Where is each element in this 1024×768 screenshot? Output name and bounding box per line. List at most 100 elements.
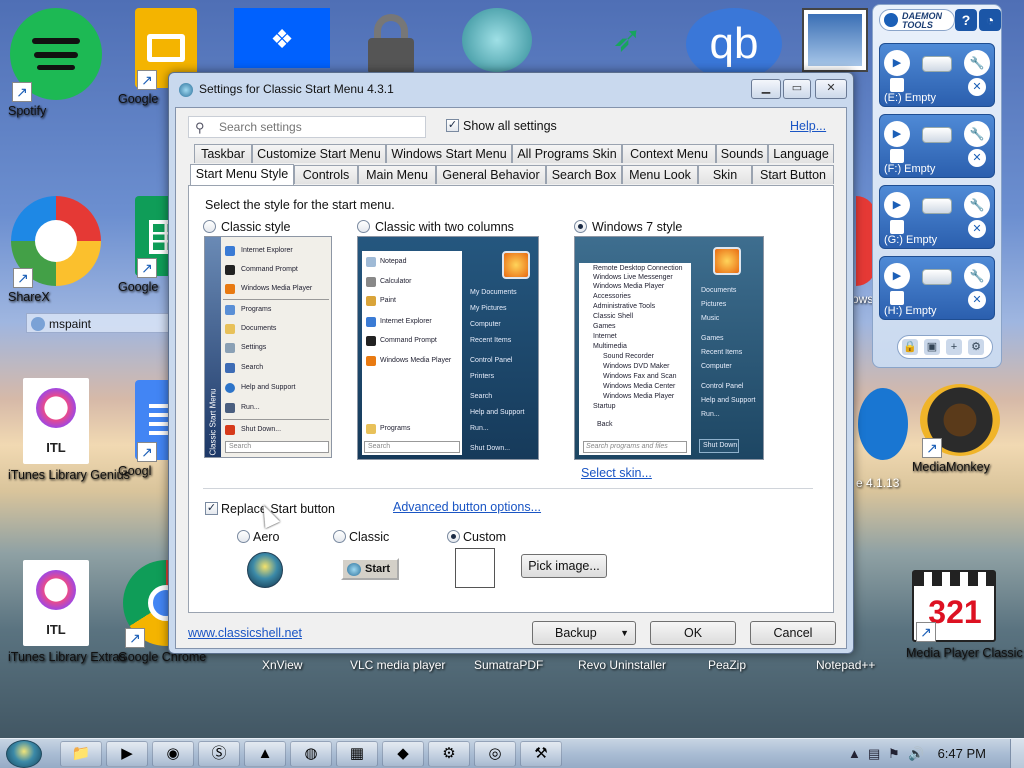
drive-add-icon[interactable]: ▣	[924, 339, 940, 355]
help-icon[interactable]: ?	[955, 9, 977, 31]
mount-play-icon[interactable]: ▶	[884, 192, 910, 218]
desktop-icon-label[interactable]: Notepad++	[816, 658, 875, 672]
taskbar-winrar-icon[interactable]: ▦	[336, 741, 378, 767]
mount-play-icon[interactable]: ▶	[884, 263, 910, 289]
taskbar-settings-icon[interactable]: ⚒	[520, 741, 562, 767]
taskbar-chrome-icon[interactable]: ◉	[152, 741, 194, 767]
taskbar-media-icon[interactable]: ▶	[106, 741, 148, 767]
close-button[interactable]: ✕	[815, 79, 847, 99]
desktop-icon-itunes-extras[interactable]: ITL iTunes Library Extras	[8, 560, 126, 664]
tab-context-menu[interactable]: Context Menu	[622, 144, 716, 163]
virtual-drive-g[interactable]: ▶ 🔧 ✕ (G:) Empty	[879, 185, 995, 249]
tab-menu-look[interactable]: Menu Look	[622, 165, 698, 184]
taskbar-app2-icon[interactable]: ◎	[474, 741, 516, 767]
picture-icon[interactable]	[802, 8, 868, 72]
start-button[interactable]	[6, 740, 42, 768]
wrench-icon[interactable]: 🔧	[964, 50, 990, 76]
taskbar-steam-icon[interactable]: ⚙	[428, 741, 470, 767]
desktop-icon-spotify[interactable]: ↗ Spotify	[8, 8, 104, 118]
classicshell-link[interactable]: www.classicshell.net	[188, 626, 302, 640]
windows7-style-preview[interactable]: Remote Desktop Connection Windows Live M…	[574, 236, 764, 460]
radio-classic-button[interactable]	[333, 530, 346, 543]
tab-controls[interactable]: Controls	[294, 165, 358, 184]
desktop-icon-mediamonkey[interactable]: ↗ MediaMonkey	[912, 384, 1008, 474]
tray-network-icon[interactable]: ▤	[868, 746, 880, 762]
remove-icon[interactable]: ✕	[968, 220, 986, 238]
desktop-icon-label[interactable]: Revo Uninstaller	[578, 658, 666, 672]
tray-flag-icon[interactable]: ⚑	[888, 746, 900, 762]
tab-main-menu[interactable]: Main Menu	[358, 165, 436, 184]
wrench-icon[interactable]: 🔧	[964, 121, 990, 147]
taskbar-firefox-icon[interactable]: ◍	[290, 741, 332, 767]
tab-sounds[interactable]: Sounds	[716, 144, 768, 163]
pick-image-button[interactable]: Pick image...	[521, 554, 607, 578]
tab-general-behavior[interactable]: General Behavior	[436, 165, 546, 184]
remove-icon[interactable]: ✕	[968, 291, 986, 309]
wrench-icon[interactable]: 🔧	[964, 263, 990, 289]
classic-style-preview[interactable]: Classic Start Menu Internet Explorer Com…	[204, 236, 332, 458]
taskbar-clock[interactable]: 6:47 PM	[938, 746, 986, 761]
advanced-button-options-link[interactable]: Advanced button options...	[393, 500, 541, 514]
bird-icon[interactable]: ➶	[612, 18, 652, 64]
select-skin-link[interactable]: Select skin...	[581, 466, 652, 480]
maximize-button[interactable]: ▭	[783, 79, 811, 99]
lock-icon[interactable]	[350, 8, 426, 74]
remove-icon[interactable]: ✕	[968, 78, 986, 96]
tab-language[interactable]: Language	[768, 144, 834, 163]
desktop-icon-itunes-genius[interactable]: ITL iTunes Library Genius	[8, 378, 130, 482]
taskbar-vlc-icon[interactable]: ▲	[244, 741, 286, 767]
radio-aero[interactable]	[237, 530, 250, 543]
show-all-checkbox[interactable]: ✓	[446, 119, 459, 132]
rss-icon[interactable]: ◔	[979, 9, 1001, 31]
tab-start-button[interactable]: Start Button	[752, 165, 834, 184]
virtual-drive-e[interactable]: ▶ 🔧 ✕ (E:) Empty	[879, 43, 995, 107]
tab-start-menu-style[interactable]: Start Menu Style	[190, 164, 294, 185]
app-orb-icon[interactable]	[462, 8, 532, 72]
classic-two-columns-preview[interactable]: Notepad Calculator Paint Internet Explor…	[357, 236, 539, 460]
dropbox-icon[interactable]: ❖	[234, 8, 330, 68]
tray-chevron-up-icon[interactable]: ▲	[848, 746, 861, 761]
stop-icon[interactable]	[890, 220, 904, 234]
ok-button[interactable]: OK	[650, 621, 736, 645]
mount-play-icon[interactable]: ▶	[884, 50, 910, 76]
tab-search-box[interactable]: Search Box	[546, 165, 622, 184]
edge-icon[interactable]	[858, 388, 908, 460]
tray-volume-icon[interactable]: 🔊	[908, 746, 924, 762]
radio-custom-button[interactable]	[447, 530, 460, 543]
desktop-icon-label[interactable]: SumatraPDF	[474, 658, 543, 672]
virtual-drive-h[interactable]: ▶ 🔧 ✕ (H:) Empty	[879, 256, 995, 320]
stop-icon[interactable]	[890, 291, 904, 305]
stop-icon[interactable]	[890, 78, 904, 92]
cancel-button[interactable]: Cancel	[750, 621, 836, 645]
search-settings-box[interactable]: ⚲	[188, 116, 426, 138]
search-input[interactable]	[219, 119, 419, 135]
desktop-icon-label[interactable]: e 4.1.13	[856, 476, 899, 490]
taskbar-explorer-icon[interactable]: 📁	[60, 741, 102, 767]
taskbar-skype-icon[interactable]: Ⓢ	[198, 741, 240, 767]
backup-button[interactable]: Backup ▼	[532, 621, 636, 645]
help-link[interactable]: Help...	[790, 119, 826, 133]
desktop-icon-media-player-classic[interactable]: 321 ↗ Media Player Classic	[906, 570, 1023, 660]
lock-icon[interactable]: 🔒	[902, 339, 918, 355]
qbittorrent-icon[interactable]: qb	[686, 8, 782, 80]
mount-play-icon[interactable]: ▶	[884, 121, 910, 147]
desktop-icon-label[interactable]: ows	[852, 292, 873, 306]
wrench-icon[interactable]: 🔧	[964, 192, 990, 218]
stop-icon[interactable]	[890, 149, 904, 163]
desktop-icon-label[interactable]: VLC media player	[350, 658, 445, 672]
replace-start-checkbox[interactable]: ✓	[205, 502, 218, 515]
tab-taskbar[interactable]: Taskbar	[194, 144, 252, 163]
tab-windows-start-menu[interactable]: Windows Start Menu	[386, 144, 512, 163]
tab-all-programs-skin[interactable]: All Programs Skin	[512, 144, 622, 163]
radio-classic-two-columns[interactable]	[357, 220, 370, 233]
remove-icon[interactable]: ✕	[968, 149, 986, 167]
desktop-icon-sharex[interactable]: ↗ ShareX	[8, 196, 104, 304]
tab-customize-start-menu[interactable]: Customize Start Menu	[252, 144, 386, 163]
minimize-button[interactable]: ▁	[751, 79, 781, 99]
radio-windows7-style[interactable]	[574, 220, 587, 233]
settings-icon[interactable]: ⚙	[968, 339, 984, 355]
virtual-drive-f[interactable]: ▶ 🔧 ✕ (F:) Empty	[879, 114, 995, 178]
tab-skin[interactable]: Skin	[698, 165, 752, 184]
desktop-icon-label[interactable]: XnView	[262, 658, 302, 672]
radio-classic-style[interactable]	[203, 220, 216, 233]
